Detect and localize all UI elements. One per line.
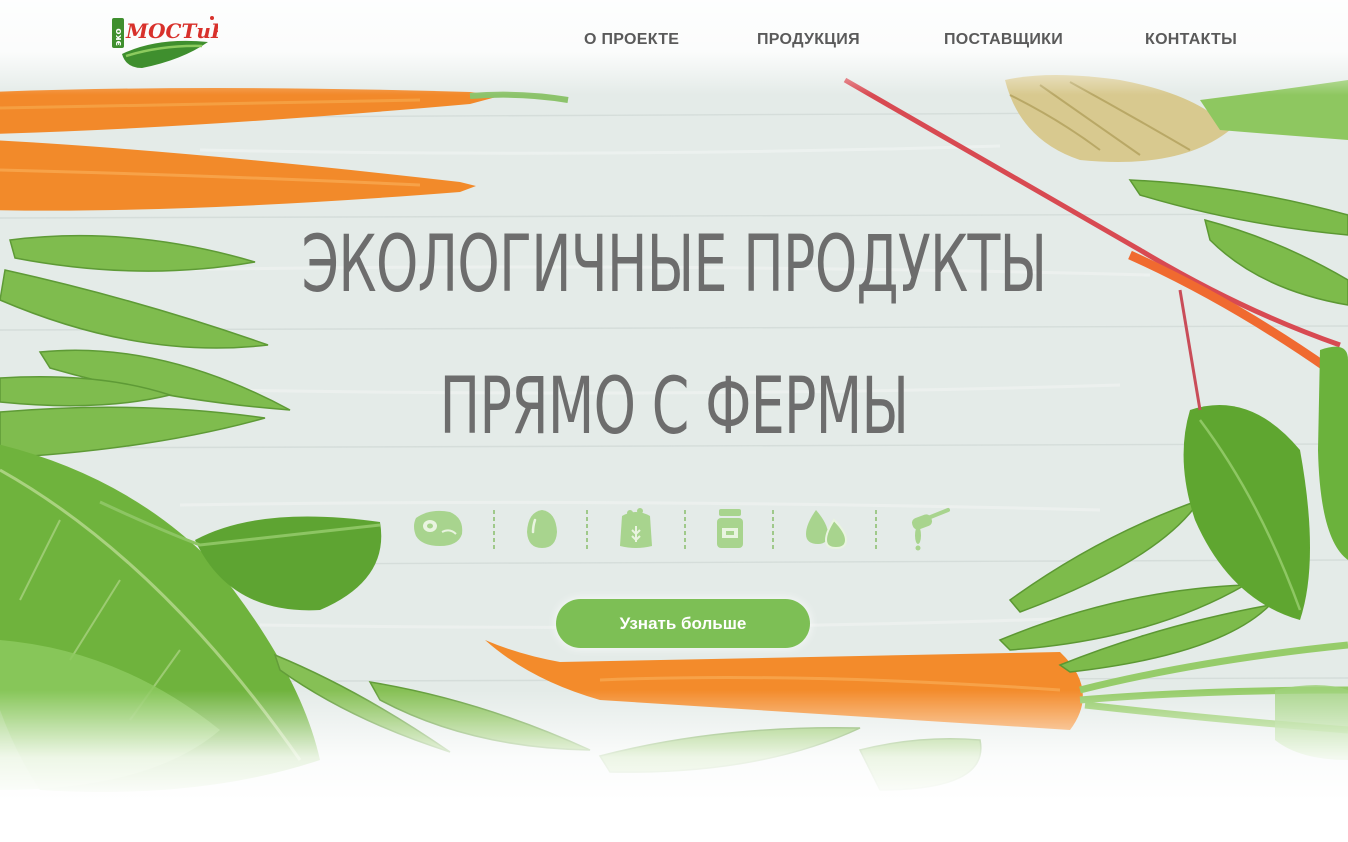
egg-icon[interactable] [514, 506, 570, 552]
main-nav: О ПРОЕКТЕ ПРОДУКЦИЯ ПОСТАВЩИКИ КОНТАКТЫ [0, 31, 1348, 51]
divider [772, 510, 774, 550]
category-icons [408, 506, 954, 552]
flour-bag-icon[interactable] [608, 506, 664, 552]
carrot-top-2 [0, 140, 476, 211]
nav-contacts[interactable]: КОНТАКТЫ [1145, 31, 1237, 49]
meat-icon[interactable] [410, 506, 466, 552]
bottom-fade [0, 690, 1348, 800]
divider [684, 510, 686, 550]
hero-section: эко МОСТиК О ПРОЕКТЕ ПРОДУКЦИЯ ПОСТАВЩИК… [0, 0, 1348, 800]
nav-products[interactable]: ПРОДУКЦИЯ [757, 31, 860, 49]
divider [875, 510, 877, 550]
nav-suppliers[interactable]: ПОСТАВЩИКИ [944, 31, 1063, 49]
divider [586, 510, 588, 550]
divider [493, 510, 495, 550]
milk-drops-icon[interactable] [798, 506, 854, 552]
hero-title-line1: ЭКОЛОГИЧНЫЕ ПРОДУКТЫ [301, 220, 1048, 310]
learn-more-button[interactable]: Узнать больше [556, 599, 810, 648]
nav-about[interactable]: О ПРОЕКТЕ [584, 31, 679, 49]
honey-dipper-icon[interactable] [898, 506, 954, 552]
hero-title-line2: ПРЯМО С ФЕРМЫ [439, 362, 909, 452]
jar-icon[interactable] [702, 506, 758, 552]
